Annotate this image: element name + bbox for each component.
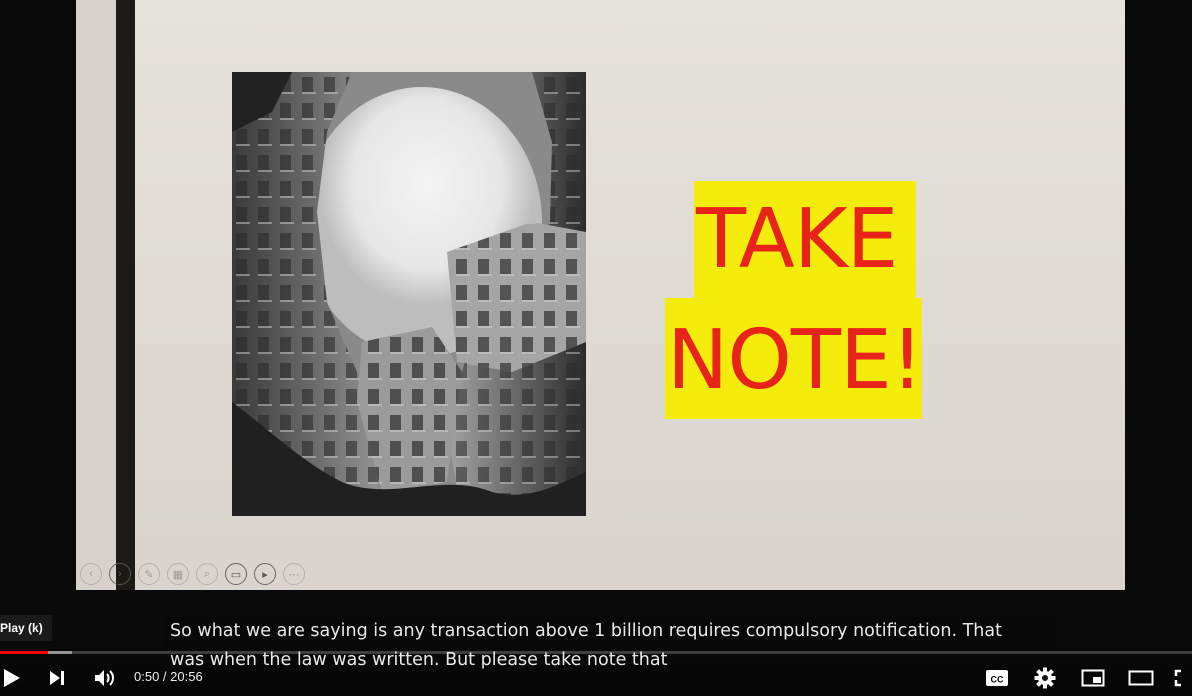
building-courtyard-photo (232, 72, 586, 516)
duration: 20:56 (170, 669, 203, 684)
theater-mode-button[interactable] (1128, 660, 1154, 696)
video-frame[interactable]: TAKE NOTE! ‹ › ✎ ▦ ⌕ ▭ ▸ ⋯ (76, 0, 1125, 590)
next-icon (46, 667, 68, 689)
caption-line-1: So what we are saying is any transaction… (170, 621, 1002, 641)
mute-button[interactable] (92, 660, 118, 696)
miniplayer-icon (1081, 668, 1105, 688)
slide-grid-icon[interactable]: ▦ (167, 563, 189, 585)
slide-margin (76, 0, 116, 590)
take-note-line-1: TAKE (694, 181, 916, 299)
fullscreen-icon (1174, 668, 1192, 688)
slideshow-toolbar: ‹ › ✎ ▦ ⌕ ▭ ▸ ⋯ (80, 562, 305, 586)
caption-box: So what we are saying is any transaction… (165, 617, 1055, 675)
slide-zoom-icon[interactable]: ⌕ (196, 563, 218, 585)
cc-icon: CC (985, 668, 1009, 688)
slide-camera-icon[interactable]: ▸ (254, 563, 276, 585)
video-player[interactable]: TAKE NOTE! ‹ › ✎ ▦ ⌕ ▭ ▸ ⋯ Play (k) So w… (0, 0, 1192, 696)
play-icon (1, 667, 23, 689)
fullscreen-button[interactable] (1174, 660, 1192, 696)
take-note-line-2: NOTE! (665, 298, 924, 419)
next-button[interactable] (44, 660, 70, 696)
theater-mode-icon (1128, 669, 1154, 687)
slide-more-icon[interactable]: ⋯ (283, 563, 305, 585)
slide-pen-icon[interactable]: ✎ (138, 563, 160, 585)
current-time: 0:50 (134, 669, 160, 684)
svg-text:CC: CC (991, 675, 1004, 685)
progress-bar[interactable] (0, 651, 1192, 654)
time-display: 0:50 / 20:56 (134, 669, 203, 684)
volume-icon (93, 667, 117, 689)
slide-next-icon[interactable]: › (109, 563, 131, 585)
play-tooltip: Play (k) (0, 615, 52, 641)
miniplayer-button[interactable] (1080, 660, 1106, 696)
time-separator: / (159, 669, 171, 684)
slide-previous-icon[interactable]: ‹ (80, 563, 102, 585)
settings-button[interactable] (1032, 660, 1058, 696)
slide-divider-bar (116, 0, 135, 590)
progress-played (0, 651, 48, 654)
slide-subtitle-icon[interactable]: ▭ (225, 563, 247, 585)
subtitles-button[interactable]: CC (984, 660, 1010, 696)
gear-icon (1034, 667, 1056, 689)
play-button[interactable] (0, 660, 24, 696)
